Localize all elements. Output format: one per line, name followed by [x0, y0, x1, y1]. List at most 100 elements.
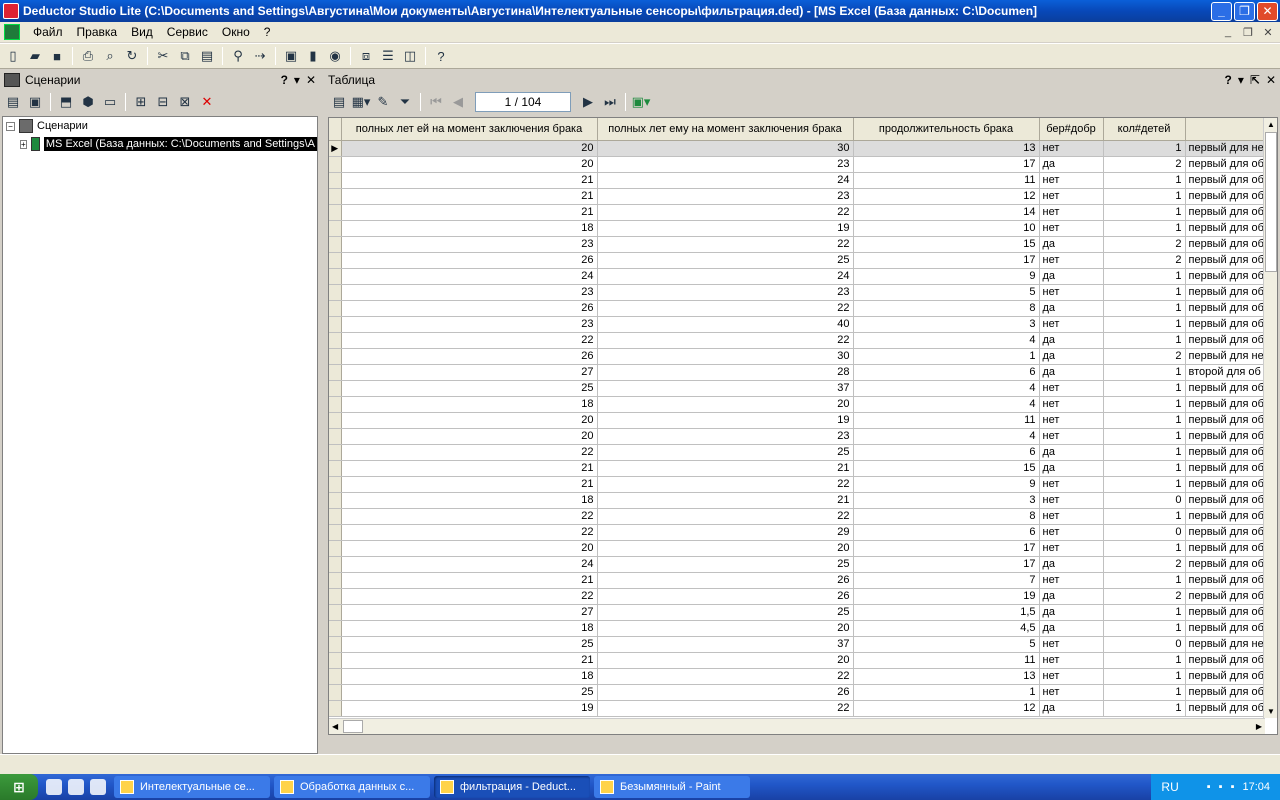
table-cell[interactable]: 23 — [597, 284, 854, 301]
refresh-icon[interactable]: ↻ — [121, 45, 143, 67]
table-cell[interactable]: 1 — [1103, 204, 1186, 221]
table-cell[interactable]: 6 — [853, 524, 1040, 541]
table-cell[interactable]: первый для об — [1185, 524, 1268, 541]
table-row[interactable]: 23 22 15 да 2 первый для об — [329, 236, 1268, 253]
table-row[interactable]: 25 26 1 нет 1 первый для об — [329, 684, 1268, 701]
network-icon[interactable]: ▪ — [1207, 781, 1211, 793]
table-cell[interactable]: 1 — [1103, 700, 1186, 717]
table-cell[interactable]: 4 — [853, 428, 1040, 445]
table-cell[interactable]: 8 — [853, 300, 1040, 317]
delete-icon[interactable]: ✕ — [196, 91, 218, 113]
row-indicator[interactable] — [329, 396, 342, 413]
table-cell[interactable]: 22 — [597, 332, 854, 349]
row-indicator[interactable] — [329, 220, 342, 237]
scroll-up-icon[interactable]: ▲ — [1267, 120, 1275, 129]
table-cell[interactable]: 1 — [1103, 444, 1186, 461]
panel-menu-icon[interactable]: ▾ — [294, 73, 300, 87]
row-indicator[interactable] — [329, 332, 342, 349]
clock[interactable]: 17:04 — [1242, 781, 1270, 793]
table-cell[interactable]: 2 — [1103, 252, 1186, 269]
table-cell[interactable]: 20 — [341, 412, 598, 429]
table-row[interactable]: 26 25 17 нет 2 первый для об — [329, 252, 1268, 269]
row-indicator[interactable] — [329, 188, 342, 205]
taskbar-task[interactable]: Безымянный - Paint — [594, 776, 750, 798]
table-cell[interactable]: 11 — [853, 652, 1040, 669]
table-cell[interactable]: 5 — [853, 636, 1040, 653]
table-cell[interactable]: да — [1039, 588, 1104, 605]
col-header-ber-dobr[interactable]: бер#добр — [1039, 118, 1104, 141]
table-row[interactable]: 20 23 17 да 2 первый для об — [329, 156, 1268, 173]
table-cell[interactable]: 19 — [341, 700, 598, 717]
table-cell[interactable]: 26 — [597, 588, 854, 605]
table-cell[interactable]: да — [1039, 620, 1104, 637]
table-cell[interactable]: первый для об — [1185, 172, 1268, 189]
scenario-icon[interactable]: ▣ — [280, 45, 302, 67]
table-cell[interactable]: 24 — [341, 556, 598, 573]
table-cell[interactable]: 3 — [853, 492, 1040, 509]
table-cell[interactable]: 1 — [1103, 332, 1186, 349]
table-cell[interactable]: 27 — [341, 604, 598, 621]
table-cell[interactable]: 21 — [341, 652, 598, 669]
table-row[interactable]: 21 22 14 нет 1 первый для об — [329, 204, 1268, 221]
table-cell[interactable]: нет — [1039, 636, 1104, 653]
menu-help[interactable]: ? — [257, 25, 278, 39]
table-cell[interactable]: 1 — [1103, 476, 1186, 493]
table-cell[interactable]: да — [1039, 156, 1104, 173]
table-cell[interactable]: первый для об — [1185, 508, 1268, 525]
table-cell[interactable]: нет — [1039, 412, 1104, 429]
table-cell[interactable]: первый для не — [1185, 140, 1268, 157]
table-cell[interactable]: первый для об — [1185, 188, 1268, 205]
table-cell[interactable]: 18 — [341, 220, 598, 237]
media-icon[interactable] — [90, 779, 106, 795]
table-cell[interactable]: 23 — [341, 284, 598, 301]
table-cell[interactable]: 19 — [597, 220, 854, 237]
table-cell[interactable]: 22 — [597, 476, 854, 493]
table-row[interactable]: 23 40 3 нет 1 первый для об — [329, 316, 1268, 333]
properties-icon[interactable]: ▤ — [2, 91, 24, 113]
table-cell[interactable]: нет — [1039, 428, 1104, 445]
row-indicator[interactable] — [329, 476, 342, 493]
table-cell[interactable]: 25 — [341, 636, 598, 653]
menu-file[interactable]: Файл — [26, 25, 70, 39]
table-row[interactable]: 26 30 1 да 2 первый для не — [329, 348, 1268, 365]
table-cell[interactable]: 1 — [1103, 604, 1186, 621]
run-icon[interactable]: ◉ — [324, 45, 346, 67]
table-cell[interactable]: нет — [1039, 188, 1104, 205]
table-cell[interactable]: 1 — [1103, 652, 1186, 669]
table-cell[interactable]: первый для об — [1185, 412, 1268, 429]
table-cell[interactable]: первый для об — [1185, 620, 1268, 637]
table-cell[interactable]: 20 — [341, 540, 598, 557]
table-cell[interactable]: 25 — [597, 604, 854, 621]
table-row[interactable]: 21 23 12 нет 1 первый для об — [329, 188, 1268, 205]
table-row[interactable]: 21 20 11 нет 1 первый для об — [329, 652, 1268, 669]
row-indicator[interactable] — [329, 284, 342, 301]
table-cell[interactable]: второй для об — [1185, 364, 1268, 381]
table-menu-icon[interactable]: ▾ — [1238, 73, 1244, 87]
row-indicator[interactable] — [329, 636, 342, 653]
row-indicator[interactable] — [329, 428, 342, 445]
table-cell[interactable]: 5 — [853, 284, 1040, 301]
row-indicator[interactable] — [329, 508, 342, 525]
table-cell[interactable]: 26 — [341, 348, 598, 365]
table-cell[interactable]: 4,5 — [853, 620, 1040, 637]
table-cell[interactable]: 20 — [597, 620, 854, 637]
table-cell[interactable]: 20 — [597, 540, 854, 557]
last-record-icon[interactable]: ⏭ — [599, 91, 621, 113]
table-cell[interactable]: 12 — [853, 700, 1040, 717]
record-pager[interactable]: 1 / 104 — [475, 92, 571, 112]
table-cell[interactable]: 10 — [853, 220, 1040, 237]
table-row[interactable]: 25 37 4 нет 1 первый для об — [329, 380, 1268, 397]
row-indicator[interactable] — [329, 604, 342, 621]
table-cell[interactable]: 0 — [1103, 524, 1186, 541]
table-cell[interactable]: 20 — [341, 140, 598, 157]
table-row[interactable]: 25 37 5 нет 0 первый для не — [329, 636, 1268, 653]
help-icon[interactable]: ? — [430, 45, 452, 67]
table-cell[interactable]: 1 — [1103, 364, 1186, 381]
row-indicator[interactable] — [329, 268, 342, 285]
table-cell[interactable]: 1 — [1103, 684, 1186, 701]
next-record-icon[interactable]: ▶ — [577, 91, 599, 113]
table-row[interactable]: 18 19 10 нет 1 первый для об — [329, 220, 1268, 237]
table-cell[interactable]: первый для об — [1185, 156, 1268, 173]
table-help-icon[interactable]: ? — [1225, 73, 1232, 87]
print-preview-icon[interactable]: ⌕ — [99, 45, 121, 67]
